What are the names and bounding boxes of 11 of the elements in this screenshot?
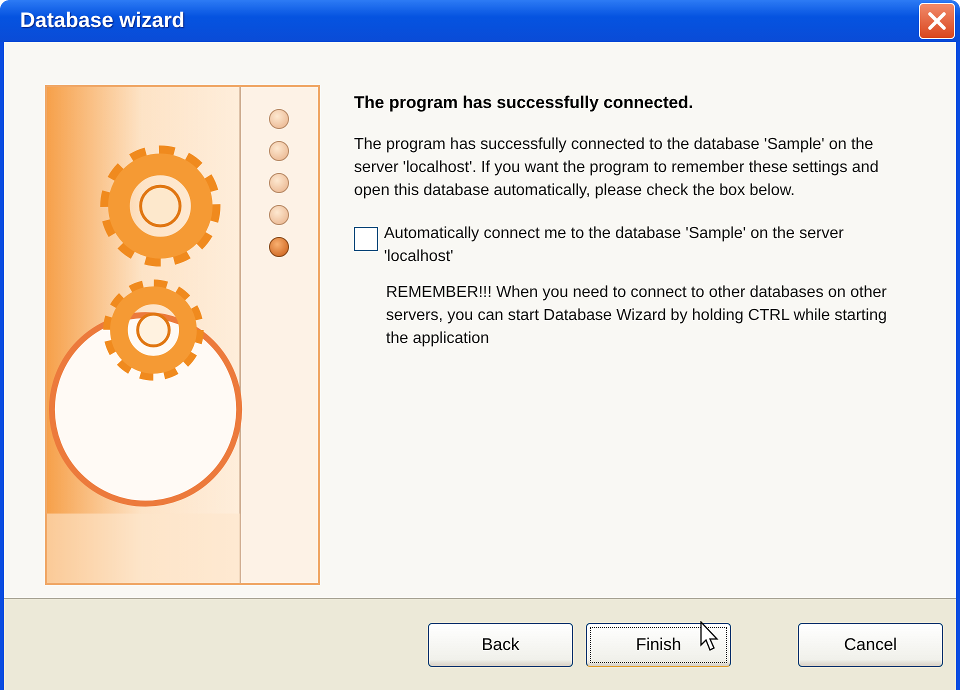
note-text: REMEMBER!!! When you need to connect to other databases on other servers, you can start Database Wizard by holding CTRL while starting the application	[386, 283, 888, 349]
close-button[interactable]	[919, 3, 955, 39]
dialog-button[interactable]: Finish	[586, 622, 731, 666]
auto-connect-checkbox[interactable]	[354, 227, 378, 251]
window-title: Database wizard	[20, 9, 185, 33]
checkbox-label[interactable]: Automatically connect me to the database 'Sample' on the server 'localhost'	[384, 222, 909, 268]
heading: The program has successfully connected.	[354, 93, 694, 113]
dialog-button[interactable]: Back	[428, 622, 573, 666]
dialog-button[interactable]: Cancel	[798, 622, 943, 666]
message-text: The program has successfully connected to the database 'Sample' on the server 'localhost'. If you want the program to remember these settings and open this database automatically, please check the box below.	[354, 135, 880, 201]
close-icon	[926, 10, 948, 32]
